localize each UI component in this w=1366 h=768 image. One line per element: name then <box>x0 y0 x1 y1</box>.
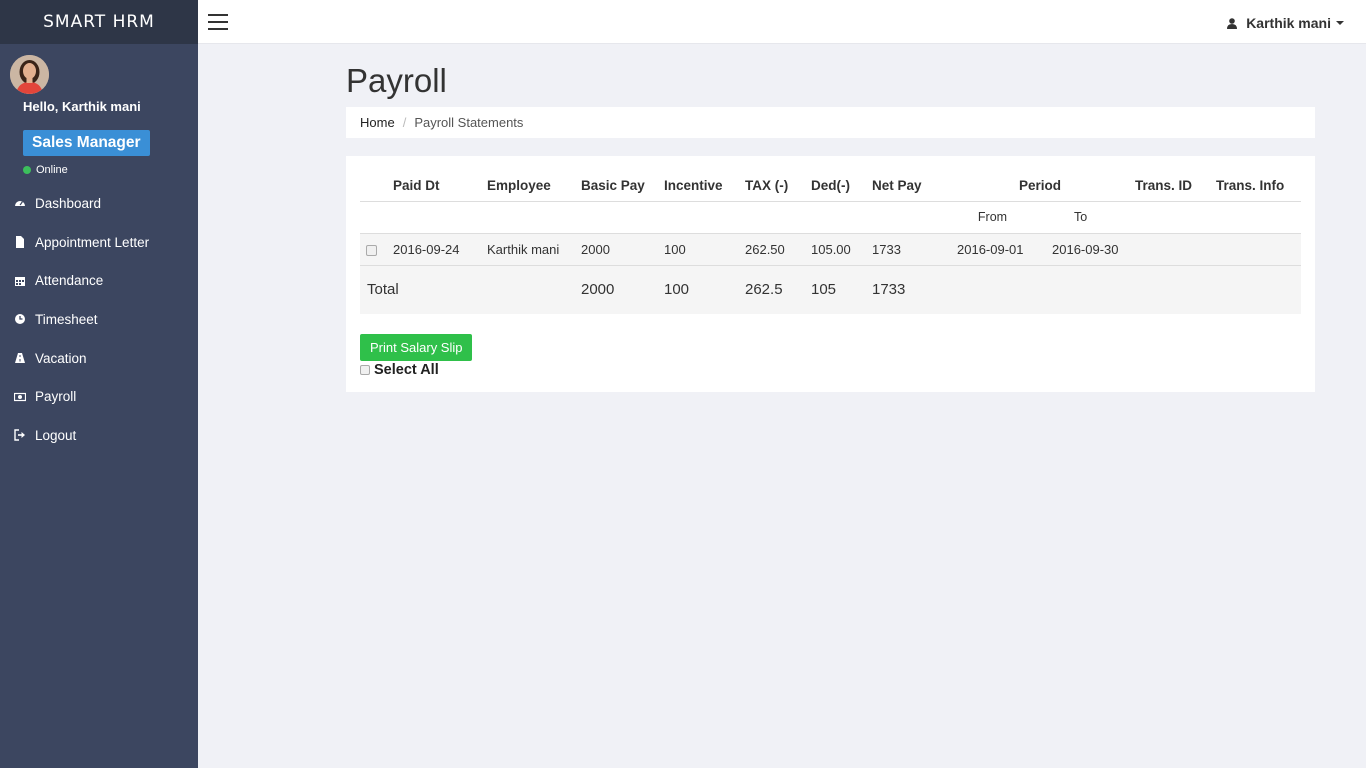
chevron-down-icon <box>1336 21 1344 25</box>
header-trans-info: Trans. Info <box>1216 177 1285 193</box>
cell-ded: 105.00 <box>811 233 872 266</box>
avatar <box>10 55 49 94</box>
sidebar-item-dashboard[interactable]: Dashboard <box>0 184 198 223</box>
total-basic-pay: 2000 <box>581 265 664 314</box>
dashboard-icon <box>15 201 25 207</box>
road-icon <box>15 353 25 364</box>
cell-employee: Karthik mani <box>487 233 581 266</box>
calendar-icon <box>15 276 25 286</box>
cell-net-pay: 1733 <box>872 233 945 266</box>
print-salary-slip-button[interactable]: Print Salary Slip <box>360 334 473 361</box>
sidebar-item-logout[interactable]: Logout <box>0 416 198 455</box>
subheader-to: To <box>1040 200 1135 234</box>
role-badge: Sales Manager <box>23 130 150 156</box>
payroll-panel: Paid Dt Employee Basic Pay Incentive TAX… <box>346 156 1315 392</box>
online-status-label: Online <box>36 164 68 176</box>
hamburger-menu-icon[interactable] <box>208 14 228 30</box>
cell-trans-info <box>1216 233 1301 266</box>
table-header-row: Paid Dt Employee Basic Pay Incentive TAX… <box>360 170 1301 201</box>
select-all-control[interactable]: Select All <box>360 362 439 378</box>
sidebar-item-label: Timesheet <box>35 311 98 327</box>
select-all-checkbox[interactable] <box>360 365 370 375</box>
sidebar-item-label: Dashboard <box>35 195 102 211</box>
header-basic-pay: Basic Pay <box>581 177 645 193</box>
cell-paid-dt: 2016-09-24 <box>393 233 487 266</box>
total-incentive: 100 <box>664 265 745 314</box>
header-trans-id: Trans. ID <box>1135 177 1193 193</box>
sidebar-item-attendance[interactable]: Attendance <box>0 261 198 300</box>
brand-logo[interactable]: SMART HRM <box>0 0 198 44</box>
breadcrumb: Home / Payroll Statements <box>346 107 1315 138</box>
cell-trans-id <box>1135 233 1216 266</box>
header-incentive: Incentive <box>664 177 723 193</box>
sidebar-menu: Dashboard Appointment Letter Attendance … <box>0 184 198 455</box>
table-subheader-row: From To <box>360 200 1301 234</box>
file-icon <box>16 236 24 249</box>
header-ded: Ded(-) <box>811 177 850 193</box>
user-name: Karthik mani <box>1246 15 1331 31</box>
payroll-table: Paid Dt Employee Basic Pay Incentive TAX… <box>360 170 1301 314</box>
cell-incentive: 100 <box>664 233 745 266</box>
top-navbar: Karthik mani <box>198 0 1366 44</box>
total-ded: 105 <box>811 265 872 314</box>
header-employee: Employee <box>487 177 551 193</box>
user-icon <box>1227 17 1238 29</box>
sidebar-item-label: Attendance <box>35 273 104 289</box>
sidebar-item-timesheet[interactable]: Timesheet <box>0 300 198 339</box>
sidebar-item-label: Payroll <box>35 389 77 405</box>
header-paid-dt: Paid Dt <box>393 177 440 193</box>
total-label: Total <box>360 265 581 314</box>
cell-tax: 262.50 <box>745 233 811 266</box>
cell-basic-pay: 2000 <box>581 233 664 266</box>
select-all-label: Select All <box>374 362 439 378</box>
total-tax: 262.5 <box>745 265 811 314</box>
table-row: 2016-09-24 Karthik mani 2000 100 262.50 … <box>360 233 1301 266</box>
sidebar-item-label: Logout <box>35 427 77 443</box>
page-title: Payroll <box>346 62 447 99</box>
sidebar-item-payroll[interactable]: Payroll <box>0 377 198 416</box>
subheader-from: From <box>945 200 1040 234</box>
greeting-text: Hello, Karthik mani <box>23 99 141 114</box>
cell-to: 2016-09-30 <box>1040 233 1135 266</box>
header-select <box>360 170 393 201</box>
total-net-pay: 1733 <box>872 265 945 314</box>
clock-icon <box>15 314 25 325</box>
user-profile: Hello, Karthik mani Sales Manager Online <box>0 44 198 184</box>
money-icon <box>14 392 26 401</box>
total-row: Total 2000 100 262.5 105 1733 <box>360 265 1301 314</box>
user-dropdown[interactable]: Karthik mani <box>1227 15 1344 31</box>
sidebar-item-label: Vacation <box>35 350 87 366</box>
online-dot-icon <box>23 166 31 174</box>
sign-out-icon <box>14 429 25 442</box>
header-net-pay: Net Pay <box>872 177 922 193</box>
header-period: Period <box>1018 177 1061 193</box>
header-tax: TAX (-) <box>745 177 789 193</box>
sidebar-item-appointment-letter[interactable]: Appointment Letter <box>0 223 198 262</box>
online-status: Online <box>23 164 68 176</box>
sidebar-item-label: Appointment Letter <box>35 234 150 250</box>
breadcrumb-home-link[interactable]: Home <box>360 115 395 130</box>
breadcrumb-current: Payroll Statements <box>414 115 524 130</box>
row-checkbox[interactable] <box>366 244 377 256</box>
sidebar: SMART HRM Hello, Karthik mani Sales Mana… <box>0 0 198 768</box>
sidebar-item-vacation[interactable]: Vacation <box>0 339 198 378</box>
breadcrumb-separator: / <box>402 115 407 130</box>
cell-from: 2016-09-01 <box>945 233 1040 266</box>
